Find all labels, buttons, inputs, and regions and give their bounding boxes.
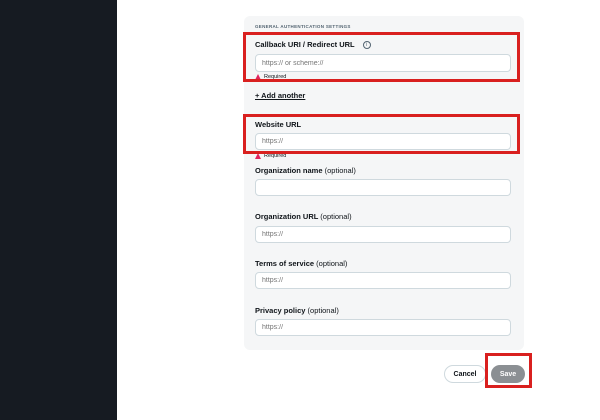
- organization-url-label-text: Organization URL: [255, 212, 319, 221]
- privacy-policy-input[interactable]: [255, 319, 511, 336]
- organization-url-label: Organization URL (optional): [255, 212, 352, 221]
- section-title: GENERAL AUTHENTICATION SETTINGS: [255, 24, 351, 29]
- cancel-button[interactable]: Cancel: [444, 365, 486, 383]
- organization-name-label-text: Organization name: [255, 166, 323, 175]
- info-icon[interactable]: i: [362, 41, 371, 50]
- callback-label-text: Callback URI / Redirect URL: [255, 40, 355, 49]
- add-another-link[interactable]: + Add another: [255, 91, 305, 100]
- website-url-input[interactable]: [255, 133, 511, 150]
- website-label-text: Website URL: [255, 120, 302, 129]
- privacy-label-text: Privacy policy: [255, 306, 306, 315]
- optional-tag: (optional): [324, 166, 356, 175]
- callback-label: Callback URI / Redirect URL i: [255, 40, 371, 50]
- callback-required: Required: [255, 74, 286, 80]
- terms-label-text: Terms of service: [255, 259, 315, 268]
- callback-url-input[interactable]: [255, 54, 511, 72]
- organization-name-input[interactable]: [255, 179, 511, 196]
- callback-required-text: Required: [264, 74, 287, 80]
- optional-tag: (optional): [316, 259, 348, 268]
- left-sidebar: [0, 0, 117, 420]
- website-label: Website URL: [255, 120, 301, 129]
- save-button[interactable]: Save: [491, 365, 525, 383]
- organization-url-input[interactable]: [255, 226, 511, 243]
- website-required: Required: [255, 153, 286, 159]
- organization-name-label: Organization name (optional): [255, 166, 356, 175]
- optional-tag: (optional): [320, 212, 352, 221]
- warning-icon: [255, 153, 261, 159]
- optional-tag: (optional): [307, 306, 339, 315]
- warning-icon: [255, 74, 261, 80]
- terms-of-service-input[interactable]: [255, 272, 511, 289]
- website-required-text: Required: [264, 153, 287, 159]
- terms-label: Terms of service (optional): [255, 259, 347, 268]
- privacy-label: Privacy policy (optional): [255, 306, 339, 315]
